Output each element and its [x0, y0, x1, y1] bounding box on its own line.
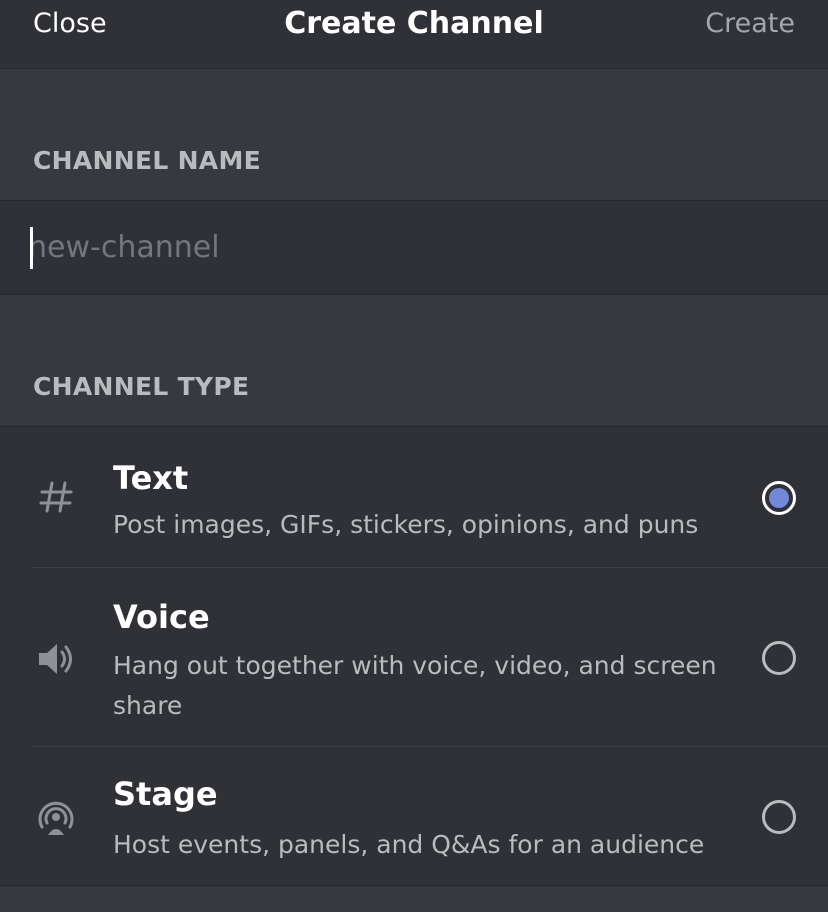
radio-button-selected[interactable]	[762, 481, 796, 515]
speaker-icon	[32, 635, 80, 683]
channel-type-description: Post images, GIFs, stickers, opinions, a…	[113, 510, 699, 539]
channel-name-field	[0, 200, 828, 295]
header-bar: Close Create Channel Create	[0, 0, 828, 69]
channel-type-label: CHANNEL TYPE	[33, 372, 250, 401]
channel-type-name: Text	[113, 459, 189, 497]
channel-name-label: CHANNEL NAME	[33, 146, 262, 175]
radio-button[interactable]	[762, 641, 796, 675]
channel-type-name: Voice	[113, 598, 210, 636]
hash-icon	[32, 473, 80, 521]
channel-type-description: Hang out together with voice, video, and…	[113, 651, 717, 720]
channel-type-list: Text Post images, GIFs, stickers, opinio…	[0, 426, 828, 886]
channel-name-input[interactable]	[28, 221, 788, 273]
channel-type-option-stage[interactable]: Stage Host events, panels, and Q&As for …	[0, 747, 828, 885]
channel-type-option-text[interactable]: Text Post images, GIFs, stickers, opinio…	[0, 427, 828, 567]
stage-icon	[32, 793, 80, 841]
channel-type-name: Stage	[113, 775, 218, 813]
channel-type-option-voice[interactable]: Voice Hang out together with voice, vide…	[0, 568, 828, 746]
page-title: Create Channel	[284, 6, 544, 41]
text-caret	[30, 227, 33, 269]
create-button[interactable]: Create	[705, 8, 795, 39]
channel-type-description: Host events, panels, and Q&As for an aud…	[113, 830, 705, 859]
radio-button[interactable]	[762, 800, 796, 834]
